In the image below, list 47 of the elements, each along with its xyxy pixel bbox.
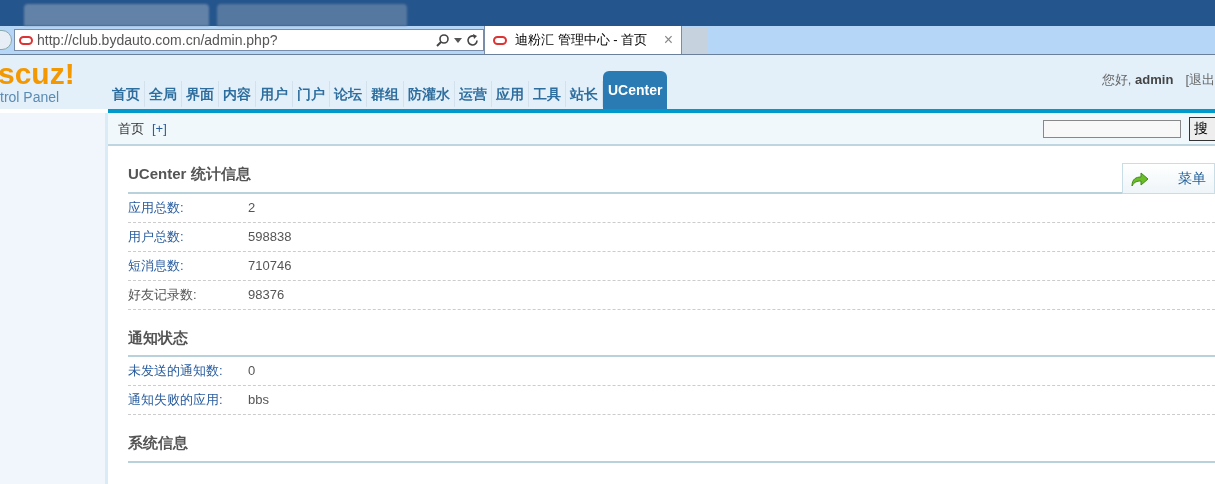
nav-tab[interactable]: 全局: [145, 81, 182, 107]
browser-tab[interactable]: 迪粉汇 管理中心 - 首页 ×: [484, 26, 682, 54]
stat-label: 好友记录数:: [128, 285, 198, 304]
close-tab-button[interactable]: ×: [663, 28, 673, 52]
logo-subtitle: trol Panel: [0, 89, 61, 105]
stat-label[interactable]: 短消息数:: [128, 255, 248, 276]
site-icon: [19, 35, 33, 45]
caret-icon[interactable]: [454, 37, 462, 43]
search-field[interactable]: [1043, 119, 1181, 138]
nav-tab[interactable]: 用户: [256, 81, 293, 107]
nav-tab[interactable]: 工具: [529, 81, 566, 107]
nav-tab[interactable]: 门户: [293, 81, 330, 107]
nav-tab[interactable]: 界面: [182, 81, 219, 107]
nav-tab[interactable]: 论坛: [330, 81, 367, 107]
menu-button[interactable]: 菜单: [1122, 163, 1215, 194]
logout-link[interactable]: [退出: [1185, 70, 1215, 90]
tab-title: 迪粉汇 管理中心 - 首页: [515, 31, 648, 50]
greeting-text: 您好, admin: [1101, 71, 1174, 89]
section-title: 系统信息: [128, 432, 1215, 463]
stat-value: 98376: [248, 285, 285, 304]
stat-value: 0: [248, 362, 256, 381]
nav-tab[interactable]: 首页: [108, 81, 145, 107]
stat-label[interactable]: 用户总数:: [128, 226, 248, 247]
breadcrumb-home[interactable]: 首页: [118, 118, 144, 139]
section-title: 通知状态: [128, 326, 1215, 357]
nav-tab[interactable]: 应用: [492, 81, 529, 107]
stat-value: 598838: [248, 227, 292, 246]
nav-tab[interactable]: 群组: [367, 81, 404, 107]
stat-value: 2: [248, 198, 256, 217]
site-icon: [493, 35, 507, 45]
refresh-icon[interactable]: [466, 33, 479, 47]
nav-tab[interactable]: 内容: [219, 81, 256, 107]
address-bar[interactable]: http://club.bydauto.com.cn/admin.php?: [14, 29, 484, 51]
search-icon[interactable]: [436, 33, 450, 47]
nav-tab[interactable]: UCenter: [603, 71, 668, 109]
arrow-icon: [1131, 170, 1149, 187]
stat-label[interactable]: 通知失败的应用:: [128, 390, 248, 410]
address-text: http://club.bydauto.com.cn/admin.php?: [37, 30, 278, 50]
stat-label[interactable]: 应用总数:: [128, 197, 248, 218]
stat-label[interactable]: 未发送的通知数:: [128, 361, 248, 381]
stat-value: 710746: [248, 256, 292, 275]
nav-tab[interactable]: 运营: [455, 81, 492, 107]
add-link[interactable]: [+]: [152, 118, 167, 139]
stat-value: bbs: [248, 391, 269, 410]
back-icon[interactable]: [0, 30, 12, 50]
search-button[interactable]: 搜: [1189, 116, 1215, 141]
nav-tab[interactable]: 防灌水: [404, 81, 455, 107]
